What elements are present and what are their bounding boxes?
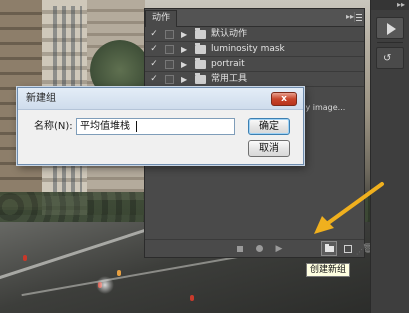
action-set-row[interactable]: ✓ ▶ portrait bbox=[145, 57, 364, 72]
ok-button[interactable]: 确定 bbox=[248, 118, 290, 135]
check-icon[interactable]: ✓ bbox=[149, 72, 159, 87]
tab-actions[interactable]: 动作 bbox=[145, 10, 178, 27]
panel-footer-toolbar: ▶ 🗑 bbox=[145, 239, 374, 257]
action-set-name: portrait bbox=[211, 59, 245, 69]
folder-icon bbox=[195, 28, 206, 39]
right-dock: ▸▸ ↺ bbox=[370, 0, 409, 313]
action-set-list: ✓ ▶ 默认动作 ✓ ▶ luminosity mask ✓ ▶ portrai… bbox=[145, 27, 364, 87]
dialog-toggle-icon[interactable] bbox=[165, 60, 174, 69]
dock-header: ▸▸ bbox=[371, 0, 409, 10]
resize-grip-icon[interactable]: ⋰ bbox=[356, 248, 363, 256]
expand-arrow-icon[interactable]: ▶ bbox=[181, 42, 187, 57]
record-icon[interactable] bbox=[253, 243, 265, 255]
check-icon[interactable]: ✓ bbox=[149, 57, 159, 72]
history-panel-button[interactable]: ↺ bbox=[376, 47, 404, 69]
folder-icon bbox=[195, 73, 206, 84]
new-set-dialog: 新建组 x 名称(N): 平均值堆栈 确定 取消 bbox=[17, 87, 304, 165]
close-button[interactable]: x bbox=[271, 92, 297, 106]
play-icon bbox=[387, 23, 396, 35]
street-lamp bbox=[117, 270, 121, 276]
annotation-arrow bbox=[314, 182, 384, 234]
traffic-light bbox=[23, 255, 27, 261]
folder-icon bbox=[324, 244, 334, 252]
play-icon[interactable]: ▶ bbox=[273, 243, 285, 255]
actions-panel-button[interactable] bbox=[376, 17, 404, 39]
history-icon: ↺ bbox=[383, 53, 392, 64]
divider bbox=[377, 42, 403, 43]
traffic-light bbox=[190, 295, 194, 301]
dialog-toggle-icon[interactable] bbox=[165, 75, 174, 84]
name-input[interactable]: 平均值堆栈 bbox=[76, 118, 235, 135]
tooltip: 创建新组 bbox=[306, 263, 351, 277]
folder-icon bbox=[195, 58, 206, 69]
check-icon[interactable]: ✓ bbox=[149, 27, 159, 42]
name-label: 名称(N): bbox=[34, 121, 73, 132]
dialog-title: 新建组 bbox=[26, 93, 56, 104]
check-icon[interactable]: ✓ bbox=[149, 42, 159, 57]
panel-menu-icon[interactable] bbox=[354, 12, 362, 22]
expand-arrow-icon[interactable]: ▶ bbox=[181, 27, 187, 42]
text-caret bbox=[136, 121, 137, 132]
action-set-row[interactable]: ✓ ▶ 默认动作 bbox=[145, 27, 364, 42]
dialog-toggle-icon[interactable] bbox=[165, 30, 174, 39]
headlight-glow bbox=[96, 276, 114, 294]
collapse-icon[interactable]: ▸▸ bbox=[346, 12, 354, 21]
dialog-body: 名称(N): 平均值堆栈 确定 取消 bbox=[18, 110, 303, 164]
expand-arrow-icon[interactable]: ▶ bbox=[181, 72, 187, 87]
action-set-row[interactable]: ✓ ▶ luminosity mask bbox=[145, 42, 364, 57]
action-set-name: luminosity mask bbox=[211, 44, 285, 54]
dialog-toggle-icon[interactable] bbox=[165, 45, 174, 54]
expand-arrow-icon[interactable]: ▶ bbox=[181, 57, 187, 72]
action-set-row[interactable]: ✓ ▶ 常用工具 bbox=[145, 72, 364, 87]
create-new-set-button[interactable] bbox=[321, 241, 337, 256]
stop-icon[interactable] bbox=[234, 243, 246, 255]
folder-icon bbox=[195, 43, 206, 54]
cancel-button[interactable]: 取消 bbox=[248, 140, 290, 157]
panel-header: 动作 ▸▸ bbox=[145, 9, 364, 27]
create-new-action-icon[interactable] bbox=[342, 243, 354, 255]
dialog-titlebar: 新建组 x bbox=[18, 88, 303, 110]
action-set-name: 常用工具 bbox=[211, 74, 248, 84]
collapse-icon[interactable]: ▸▸ bbox=[397, 0, 405, 10]
action-set-name: 默认动作 bbox=[211, 29, 248, 39]
